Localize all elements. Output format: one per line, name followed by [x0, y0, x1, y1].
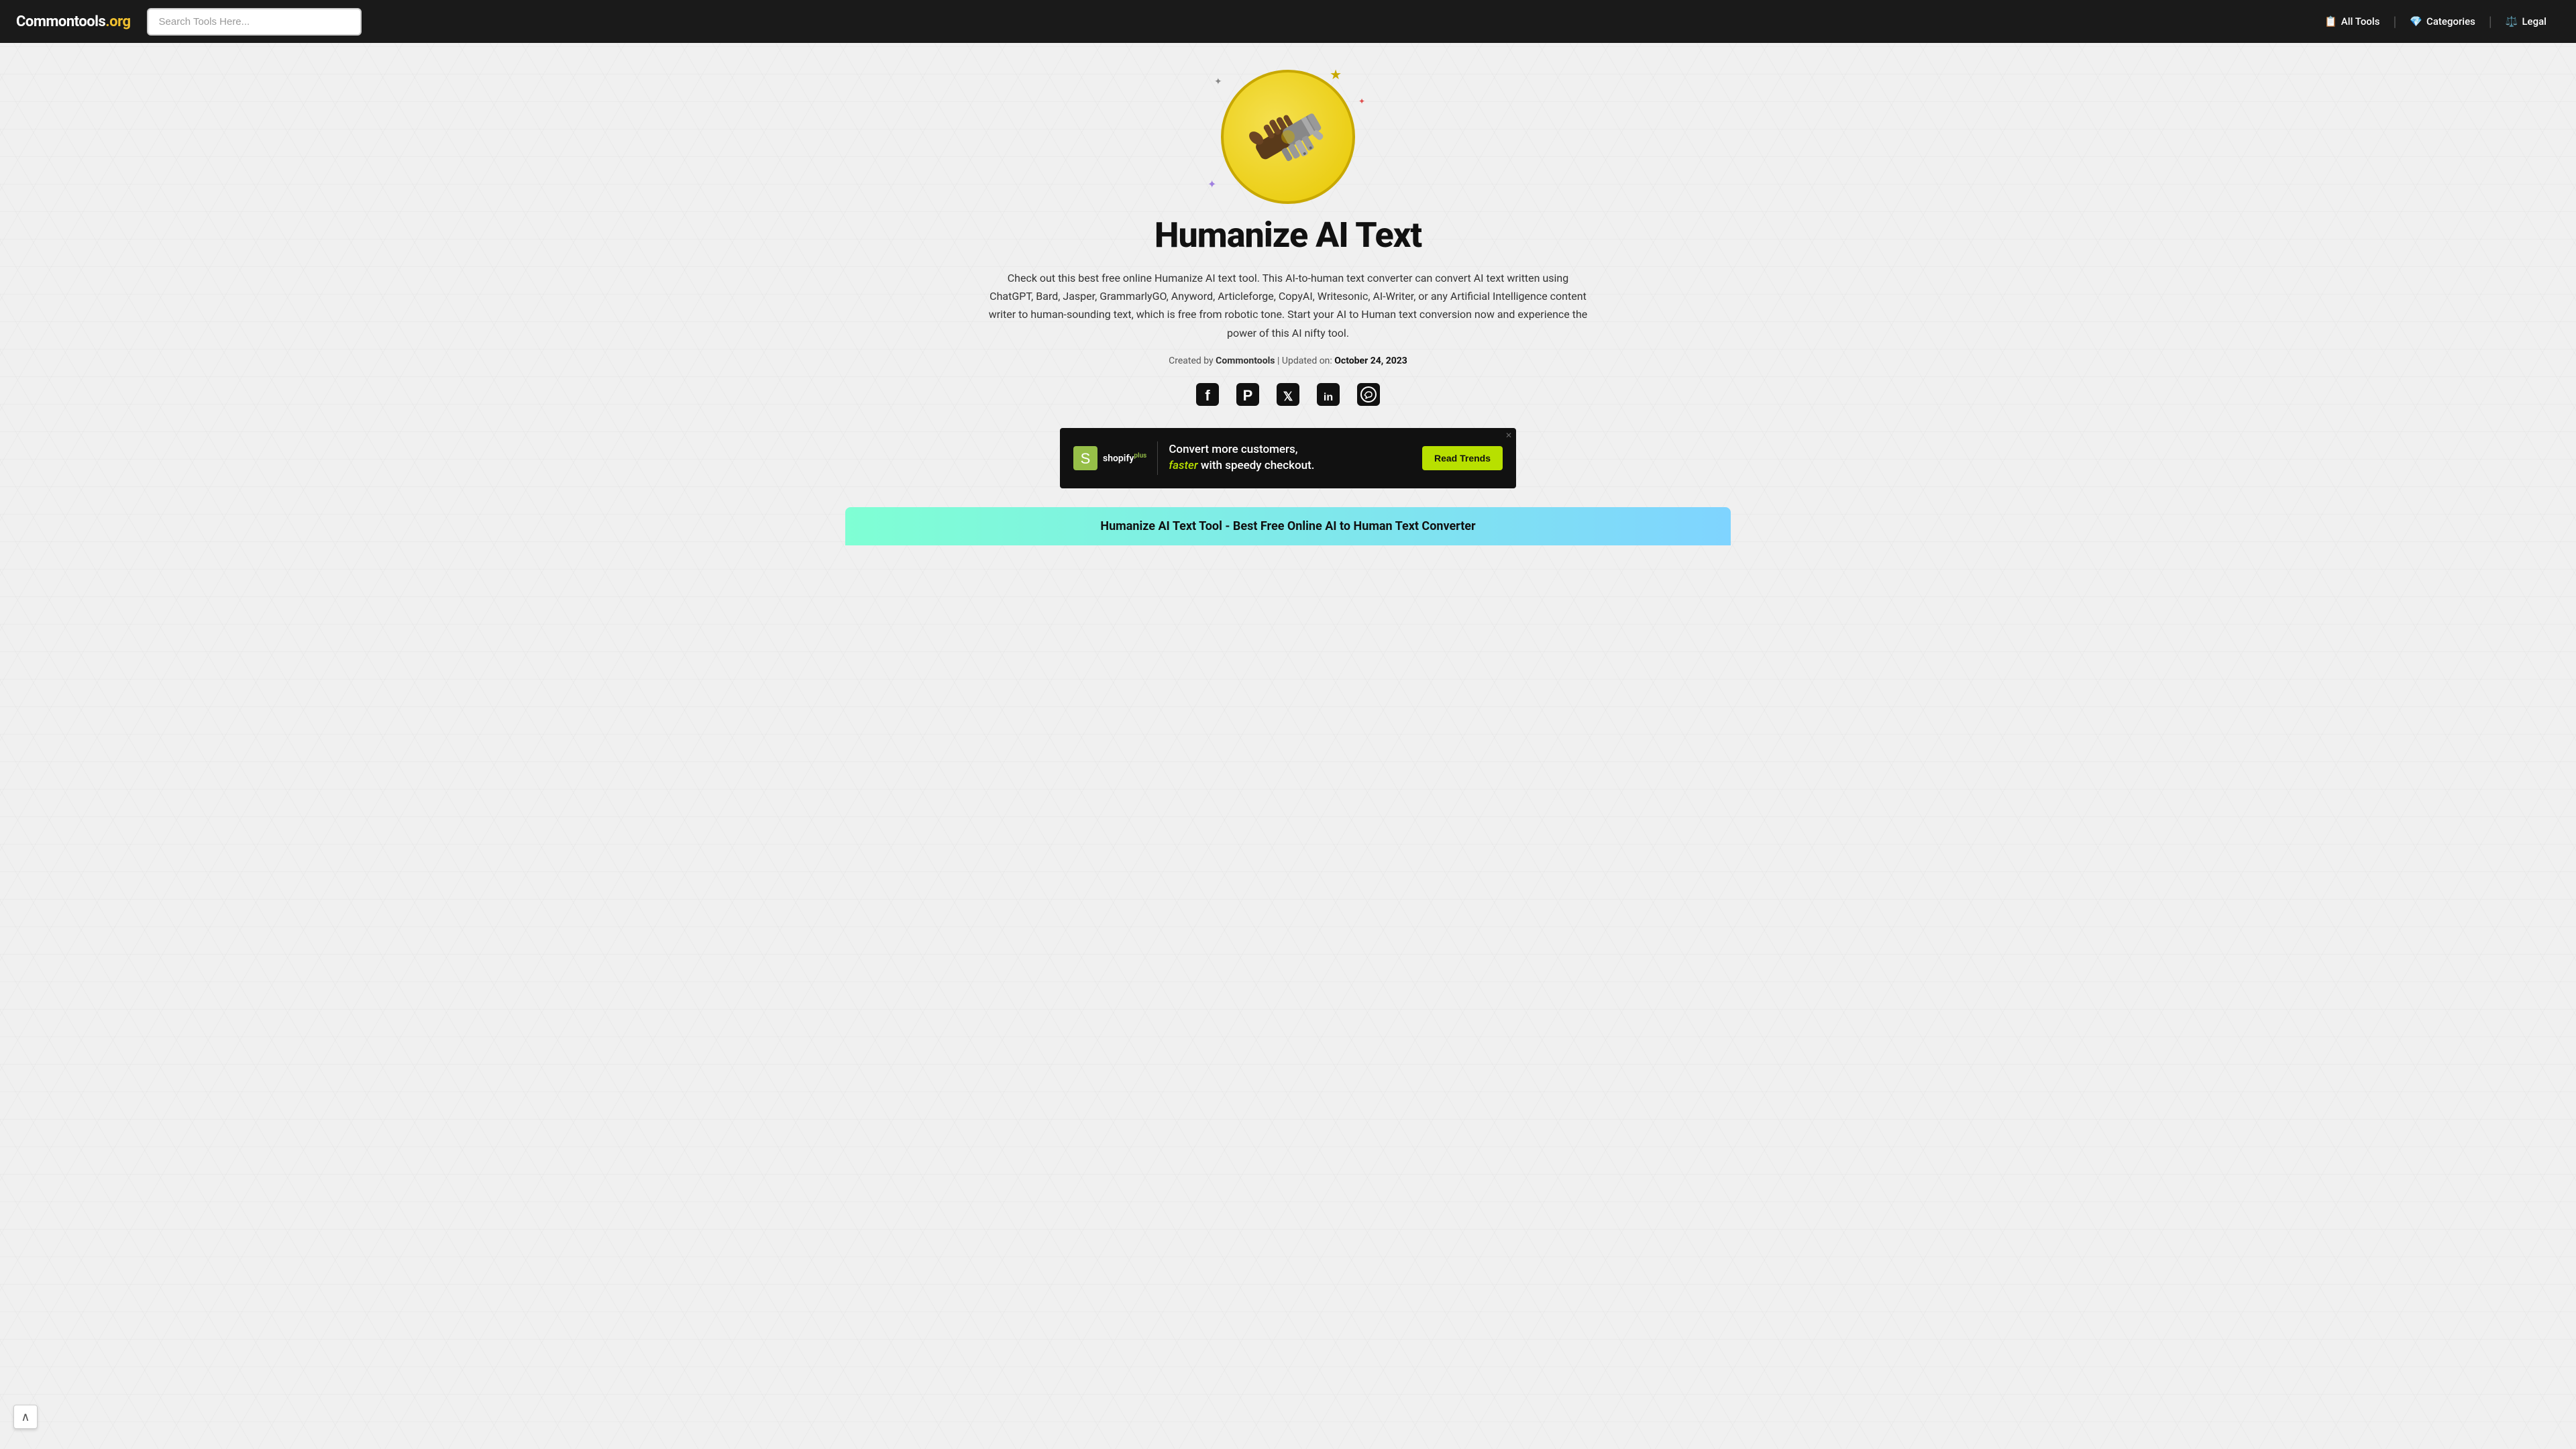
- ad-banner: ✕ S shopifyplus Convert more customers, …: [1060, 428, 1516, 488]
- scroll-top-button[interactable]: ∧: [13, 1405, 38, 1429]
- social-facebook[interactable]: f: [1193, 380, 1222, 409]
- meta-separator: | Updated on:: [1277, 356, 1334, 366]
- nav-categories[interactable]: 💎 Categories: [2396, 15, 2489, 28]
- ad-headline-highlight: faster: [1169, 459, 1197, 472]
- logo-highlight: .org: [105, 13, 130, 30]
- hero-illustration: [1241, 90, 1335, 184]
- legal-icon: ⚖️: [2506, 15, 2518, 28]
- ad-logo: S shopifyplus: [1073, 446, 1146, 470]
- ad-headline-part2: with speedy checkout.: [1198, 459, 1315, 472]
- svg-text:P: P: [1243, 387, 1253, 404]
- social-whatsapp[interactable]: [1354, 380, 1383, 409]
- meta-brand: Commontools: [1216, 356, 1275, 366]
- tool-section-container: Humanize AI Text Tool - Best Free Online…: [845, 507, 1731, 545]
- ad-close-button[interactable]: ✕: [1505, 431, 1512, 440]
- social-icons: f P 𝕏 in: [1193, 380, 1383, 409]
- meta-created: Created by: [1169, 356, 1214, 366]
- svg-text:f: f: [1205, 387, 1210, 404]
- all-tools-label: All Tools: [2341, 15, 2380, 28]
- hero-icon-bg: [1221, 70, 1355, 204]
- categories-icon: 💎: [2410, 15, 2422, 28]
- site-logo[interactable]: Commontools.org: [16, 13, 131, 30]
- meta-info: Created by Commontools | Updated on: Oct…: [1169, 356, 1407, 366]
- scroll-top-icon: ∧: [21, 1410, 30, 1424]
- sparkle-4: ✦: [1358, 97, 1365, 106]
- search-container: [147, 8, 362, 36]
- page-title: Humanize AI Text: [1155, 215, 1421, 256]
- social-linkedin[interactable]: in: [1313, 380, 1343, 409]
- svg-text:in: in: [1324, 392, 1333, 403]
- sparkle-1: ✦: [1214, 76, 1222, 87]
- ad-logo-text: shopifyplus: [1103, 452, 1146, 464]
- ad-headline-part1: Convert more customers,: [1169, 443, 1297, 456]
- svg-text:S: S: [1081, 450, 1091, 467]
- svg-text:𝕏: 𝕏: [1283, 390, 1293, 403]
- hero-icon-container: ✦ ★ ✦ ✦: [1221, 70, 1355, 204]
- categories-label: Categories: [2426, 15, 2475, 28]
- site-header: Commontools.org 📋 All Tools | 💎 Categori…: [0, 0, 2576, 43]
- nav-all-tools[interactable]: 📋 All Tools: [2311, 15, 2393, 28]
- social-twitter[interactable]: 𝕏: [1273, 380, 1303, 409]
- page-description: Check out this best free online Humanize…: [986, 269, 1590, 342]
- ad-logo-suffix: plus: [1134, 452, 1146, 460]
- ad-divider: [1157, 441, 1158, 475]
- logo-main: Commontools: [16, 13, 105, 30]
- legal-label: Legal: [2522, 15, 2546, 28]
- sparkle-2: ★: [1330, 66, 1342, 83]
- social-pinterest[interactable]: P: [1233, 380, 1263, 409]
- main-content: ✦ ★ ✦ ✦: [0, 43, 2576, 545]
- main-nav: 📋 All Tools | 💎 Categories | ⚖️ Legal: [2311, 15, 2560, 28]
- logo-text: Commontools.org: [16, 13, 131, 30]
- ad-logo-name: shopify: [1103, 453, 1134, 464]
- tool-section-bar: Humanize AI Text Tool - Best Free Online…: [845, 507, 1731, 545]
- shopify-logo-icon: S: [1073, 446, 1097, 470]
- ad-cta-button[interactable]: Read Trends: [1422, 446, 1503, 470]
- sparkle-3: ✦: [1208, 178, 1216, 191]
- all-tools-icon: 📋: [2324, 15, 2337, 28]
- tool-section-title: Humanize AI Text Tool - Best Free Online…: [1100, 519, 1475, 533]
- ad-content: Convert more customers, faster with spee…: [1169, 442, 1411, 474]
- nav-legal[interactable]: ⚖️ Legal: [2492, 15, 2560, 28]
- search-input[interactable]: [147, 8, 362, 36]
- meta-date: October 24, 2023: [1334, 356, 1407, 366]
